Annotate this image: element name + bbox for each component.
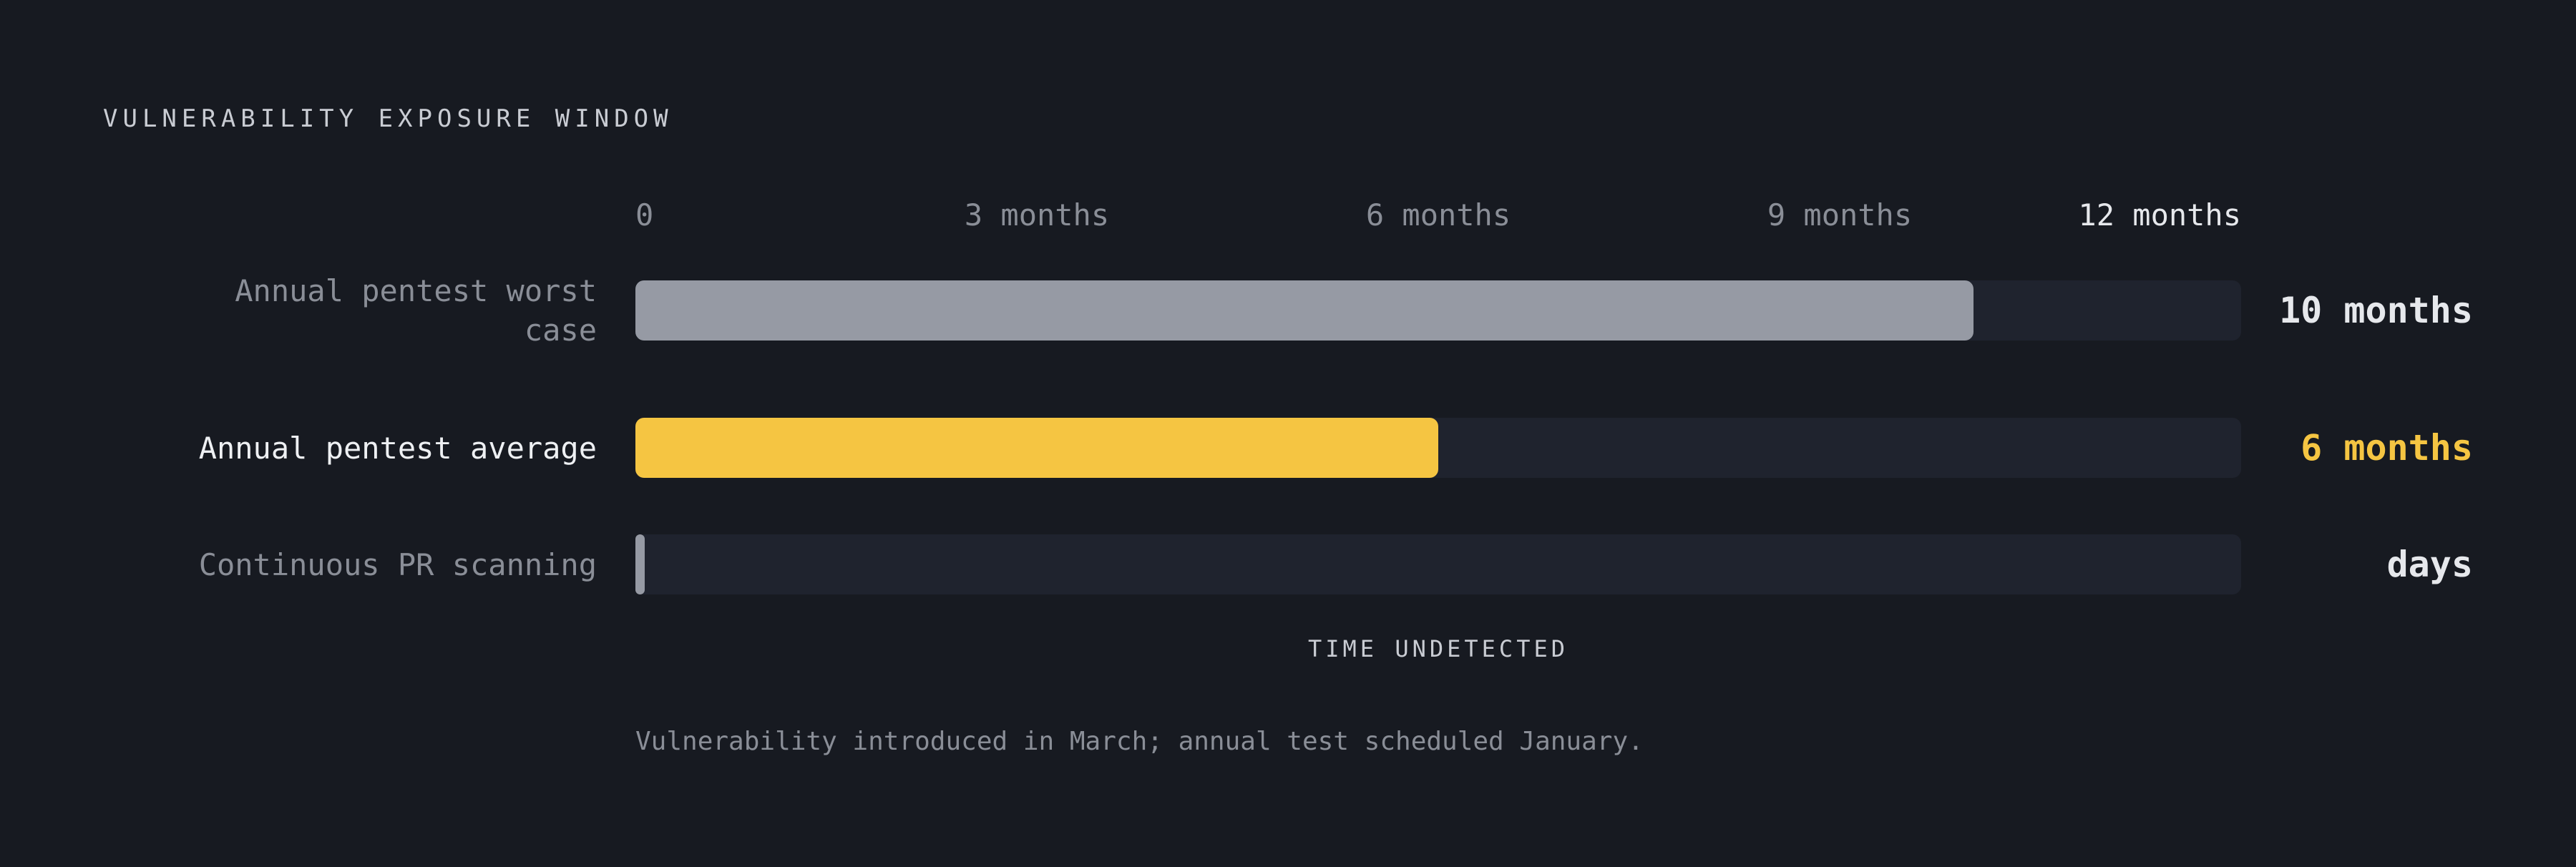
bar-track [635,534,2241,594]
value-label: days [2386,544,2473,585]
category-label: Annual pentest worst case [235,273,597,348]
value-label: 10 months [2279,290,2473,331]
bar [635,534,645,594]
category-label: Annual pentest average [198,430,597,466]
x-tick-label: 0 [635,197,654,232]
x-tick-label: 6 months [1365,197,1511,232]
value-label: 6 months [2301,427,2473,469]
x-axis-label: TIME UNDETECTED [1308,635,1568,662]
x-tick-label: 12 months [2078,197,2241,232]
chart-title: VULNERABILITY EXPOSURE WINDOW [103,104,673,133]
bar [635,418,1438,478]
category-label: Continuous PR scanning [198,547,597,582]
x-tick-label: 3 months [964,197,1110,232]
chart-note: Vulnerability introduced in March; annua… [635,727,1644,756]
bar [635,280,1974,341]
x-tick-label: 9 months [1767,197,1913,232]
